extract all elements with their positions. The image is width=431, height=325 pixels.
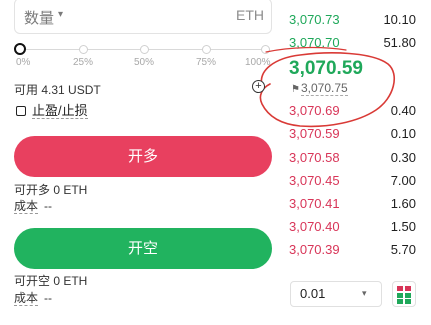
plus-circle-icon[interactable]: + [252,80,265,93]
annotation-loop [259,46,396,128]
